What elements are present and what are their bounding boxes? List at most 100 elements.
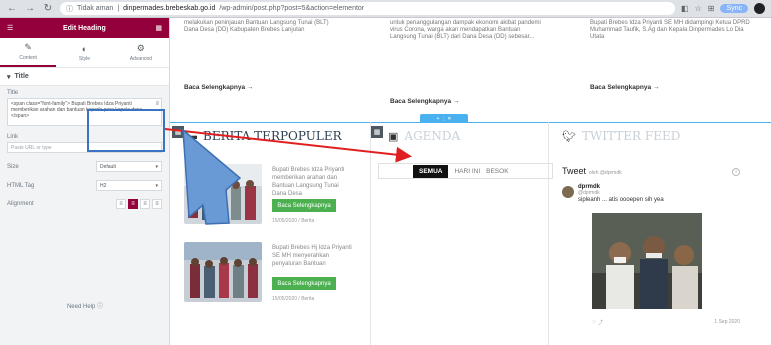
html-tag-select[interactable]: H2 ▾ (96, 180, 162, 191)
need-help-link[interactable]: Need Help ⓘ (0, 301, 170, 310)
column-edit-handle[interactable]: ▦ (371, 126, 383, 138)
agenda-tab-today[interactable]: HARI INI (454, 168, 480, 175)
profile-avatar[interactable] (754, 3, 765, 14)
security-label: Tidak aman (77, 5, 114, 12)
tab-style-label: Style (78, 55, 91, 62)
page-preview: melakukan peninjauan Bantuan Langsung Tu… (170, 18, 771, 345)
column-divider (548, 122, 549, 345)
tweet-header-title: Tweet (562, 166, 587, 176)
alignment-buttons: ≡ ≡ ≡ ≡ (116, 199, 162, 209)
panel-header: ☰ Edit Heading ▦ (0, 18, 169, 38)
sync-button[interactable]: Sync (720, 4, 748, 13)
read-more-link[interactable]: Baca Selengkapnya → (390, 98, 459, 105)
popular-post: Bupati Brebes Idza Priyanti memberikan a… (184, 164, 344, 234)
tweet-actions[interactable]: ♡ ⤴ (592, 319, 603, 326)
popular-news-title: BERITA TERPOPULER (203, 129, 342, 143)
agenda-tab-all[interactable]: SEMUA (413, 164, 449, 178)
forward-icon[interactable]: → (24, 3, 36, 14)
top-news-cards: melakukan peninjauan Bantuan Langsung Tu… (170, 18, 771, 113)
puzzle-icon[interactable]: ⊞ (708, 4, 715, 13)
align-justify-icon[interactable]: ≡ (152, 199, 162, 209)
read-more-link[interactable]: Baca Selengkapnya → (184, 84, 253, 91)
elementor-panel: ☰ Edit Heading ▦ ✎ Content ◐ Style ⚙ Adv… (0, 18, 170, 345)
top-card-text: Bupati Brebes Idza Priyanti SE MH didamp… (590, 20, 750, 40)
avatar[interactable] (562, 186, 574, 198)
extension-icon[interactable]: ◧ (681, 4, 689, 13)
url-path: /wp-admin/post.php?post=5&action=element… (219, 5, 365, 12)
read-more-link[interactable]: Baca Selengkapnya → (590, 84, 659, 91)
twitter-bird-icon: 🐦︎ (562, 130, 576, 143)
read-more-button[interactable]: Baca Selengkapnya (272, 277, 336, 290)
url-separator: | (117, 5, 120, 12)
twitter-feed-title: TWITTER FEED (581, 129, 681, 143)
alignment-control: Alignment ≡ ≡ ≡ ≡ (0, 195, 169, 213)
popular-news-heading[interactable]: ▬ BERITA TERPOPULER (186, 129, 342, 143)
post-title[interactable]: Bupati Brebes Idza Priyanti memberikan a… (272, 166, 352, 198)
dynamic-tags-icon[interactable]: ≡ (155, 101, 159, 107)
align-right-icon[interactable]: ≡ (140, 199, 150, 209)
size-select[interactable]: Default ▾ (96, 161, 162, 172)
tweet-embed: Tweet oleh @dprmdk i dprmdk @dprmdk sipl… (562, 166, 740, 341)
section-title-label: Title (14, 73, 29, 80)
post-thumbnail[interactable] (184, 242, 262, 302)
selection-box (87, 109, 165, 152)
back-icon[interactable]: ← (6, 3, 18, 14)
popular-post: Bupati Brebes Hj Idza Priyanti SE MH men… (184, 242, 352, 312)
size-value: Default (100, 163, 116, 170)
post-thumbnail[interactable] (184, 164, 262, 224)
tab-advanced-label: Advanced (129, 56, 152, 62)
tweet-footer: ♡ ⤴ 1 Sep 2020 (592, 319, 740, 326)
reload-icon[interactable]: ↻ (42, 3, 54, 14)
top-card-text: melakukan peninjauan Bantuan Langsung Tu… (184, 20, 329, 33)
widgets-grid-icon[interactable]: ▦ (155, 24, 162, 32)
tab-advanced[interactable]: ⚙ Advanced (113, 38, 169, 67)
agenda-heading[interactable]: ▣ AGENDA (388, 129, 460, 143)
tweet-author-handle: @dprmdk (578, 190, 600, 196)
not-secure-icon: ⓘ (66, 5, 73, 13)
size-label: Size (7, 163, 19, 170)
half-circle-icon: ◐ (81, 43, 88, 54)
tweet-date: 1 Sep 2020 (714, 319, 740, 325)
panel-title: Edit Heading (62, 24, 106, 32)
post-title[interactable]: Bupati Brebes Hj Idza Priyanti SE MH men… (272, 244, 352, 268)
post-date: 15/05/2020 / Berita (272, 296, 315, 302)
browser-toolbar: ← → ↻ ⓘ Tidak aman | dinpermades.brebesk… (0, 0, 771, 18)
calendar-icon: ▣ (388, 130, 399, 143)
address-bar[interactable]: ⓘ Tidak aman | dinpermades.brebeskab.go.… (60, 2, 675, 15)
html-tag-control: HTML Tag H2 ▾ (0, 176, 169, 195)
tweet-header: Tweet oleh @dprmdk (562, 166, 740, 176)
agenda-title: AGENDA (404, 129, 461, 143)
tab-content-label: Content (19, 55, 37, 61)
tab-style[interactable]: ◐ Style (56, 38, 112, 67)
panel-tabs: ✎ Content ◐ Style ⚙ Advanced (0, 38, 169, 68)
post-date: 15/05/2020 / Berita (272, 218, 315, 224)
agenda-tab-tomorrow[interactable]: BESOK (486, 168, 508, 175)
menu-icon[interactable]: ☰ (7, 24, 13, 32)
tab-content[interactable]: ✎ Content (0, 38, 57, 67)
chevron-down-icon: ▾ (155, 182, 158, 189)
tweet-header-by[interactable]: oleh @dprmdk (589, 170, 622, 176)
tweet-text: sipleanh ... atis oooepen sih yea (578, 197, 664, 203)
html-tag-label: HTML Tag (7, 182, 35, 189)
tweet-photo[interactable] (592, 213, 702, 309)
chevron-down-icon: ▾ (155, 163, 158, 170)
section-border (170, 122, 771, 123)
info-icon[interactable]: i (732, 168, 740, 176)
read-more-button[interactable]: Baca Selengkapnya (272, 199, 336, 212)
need-help-label: Need Help (66, 304, 96, 310)
gear-icon: ⚙ (136, 43, 145, 53)
column-edit-handle[interactable]: ▦ (172, 126, 184, 138)
agenda-tabs: SEMUA HARI INI BESOK (378, 163, 553, 179)
help-circle-icon: ⓘ (97, 304, 104, 310)
url-host: dinpermades.brebeskab.go.id (123, 5, 216, 12)
column-divider (370, 122, 371, 345)
caret-down-icon: ▾ (7, 73, 11, 81)
twitter-feed-heading[interactable]: 🐦︎ TWITTER FEED (562, 129, 680, 143)
pencil-icon: ✎ (24, 42, 32, 52)
section-title-toggle[interactable]: ▾ Title (0, 68, 169, 86)
align-left-icon[interactable]: ≡ (116, 199, 126, 209)
align-center-icon[interactable]: ≡ (128, 199, 138, 209)
size-control: Size Default ▾ (0, 157, 169, 176)
newspaper-icon: ▬ (186, 130, 197, 142)
star-icon[interactable]: ☆ (695, 4, 702, 13)
